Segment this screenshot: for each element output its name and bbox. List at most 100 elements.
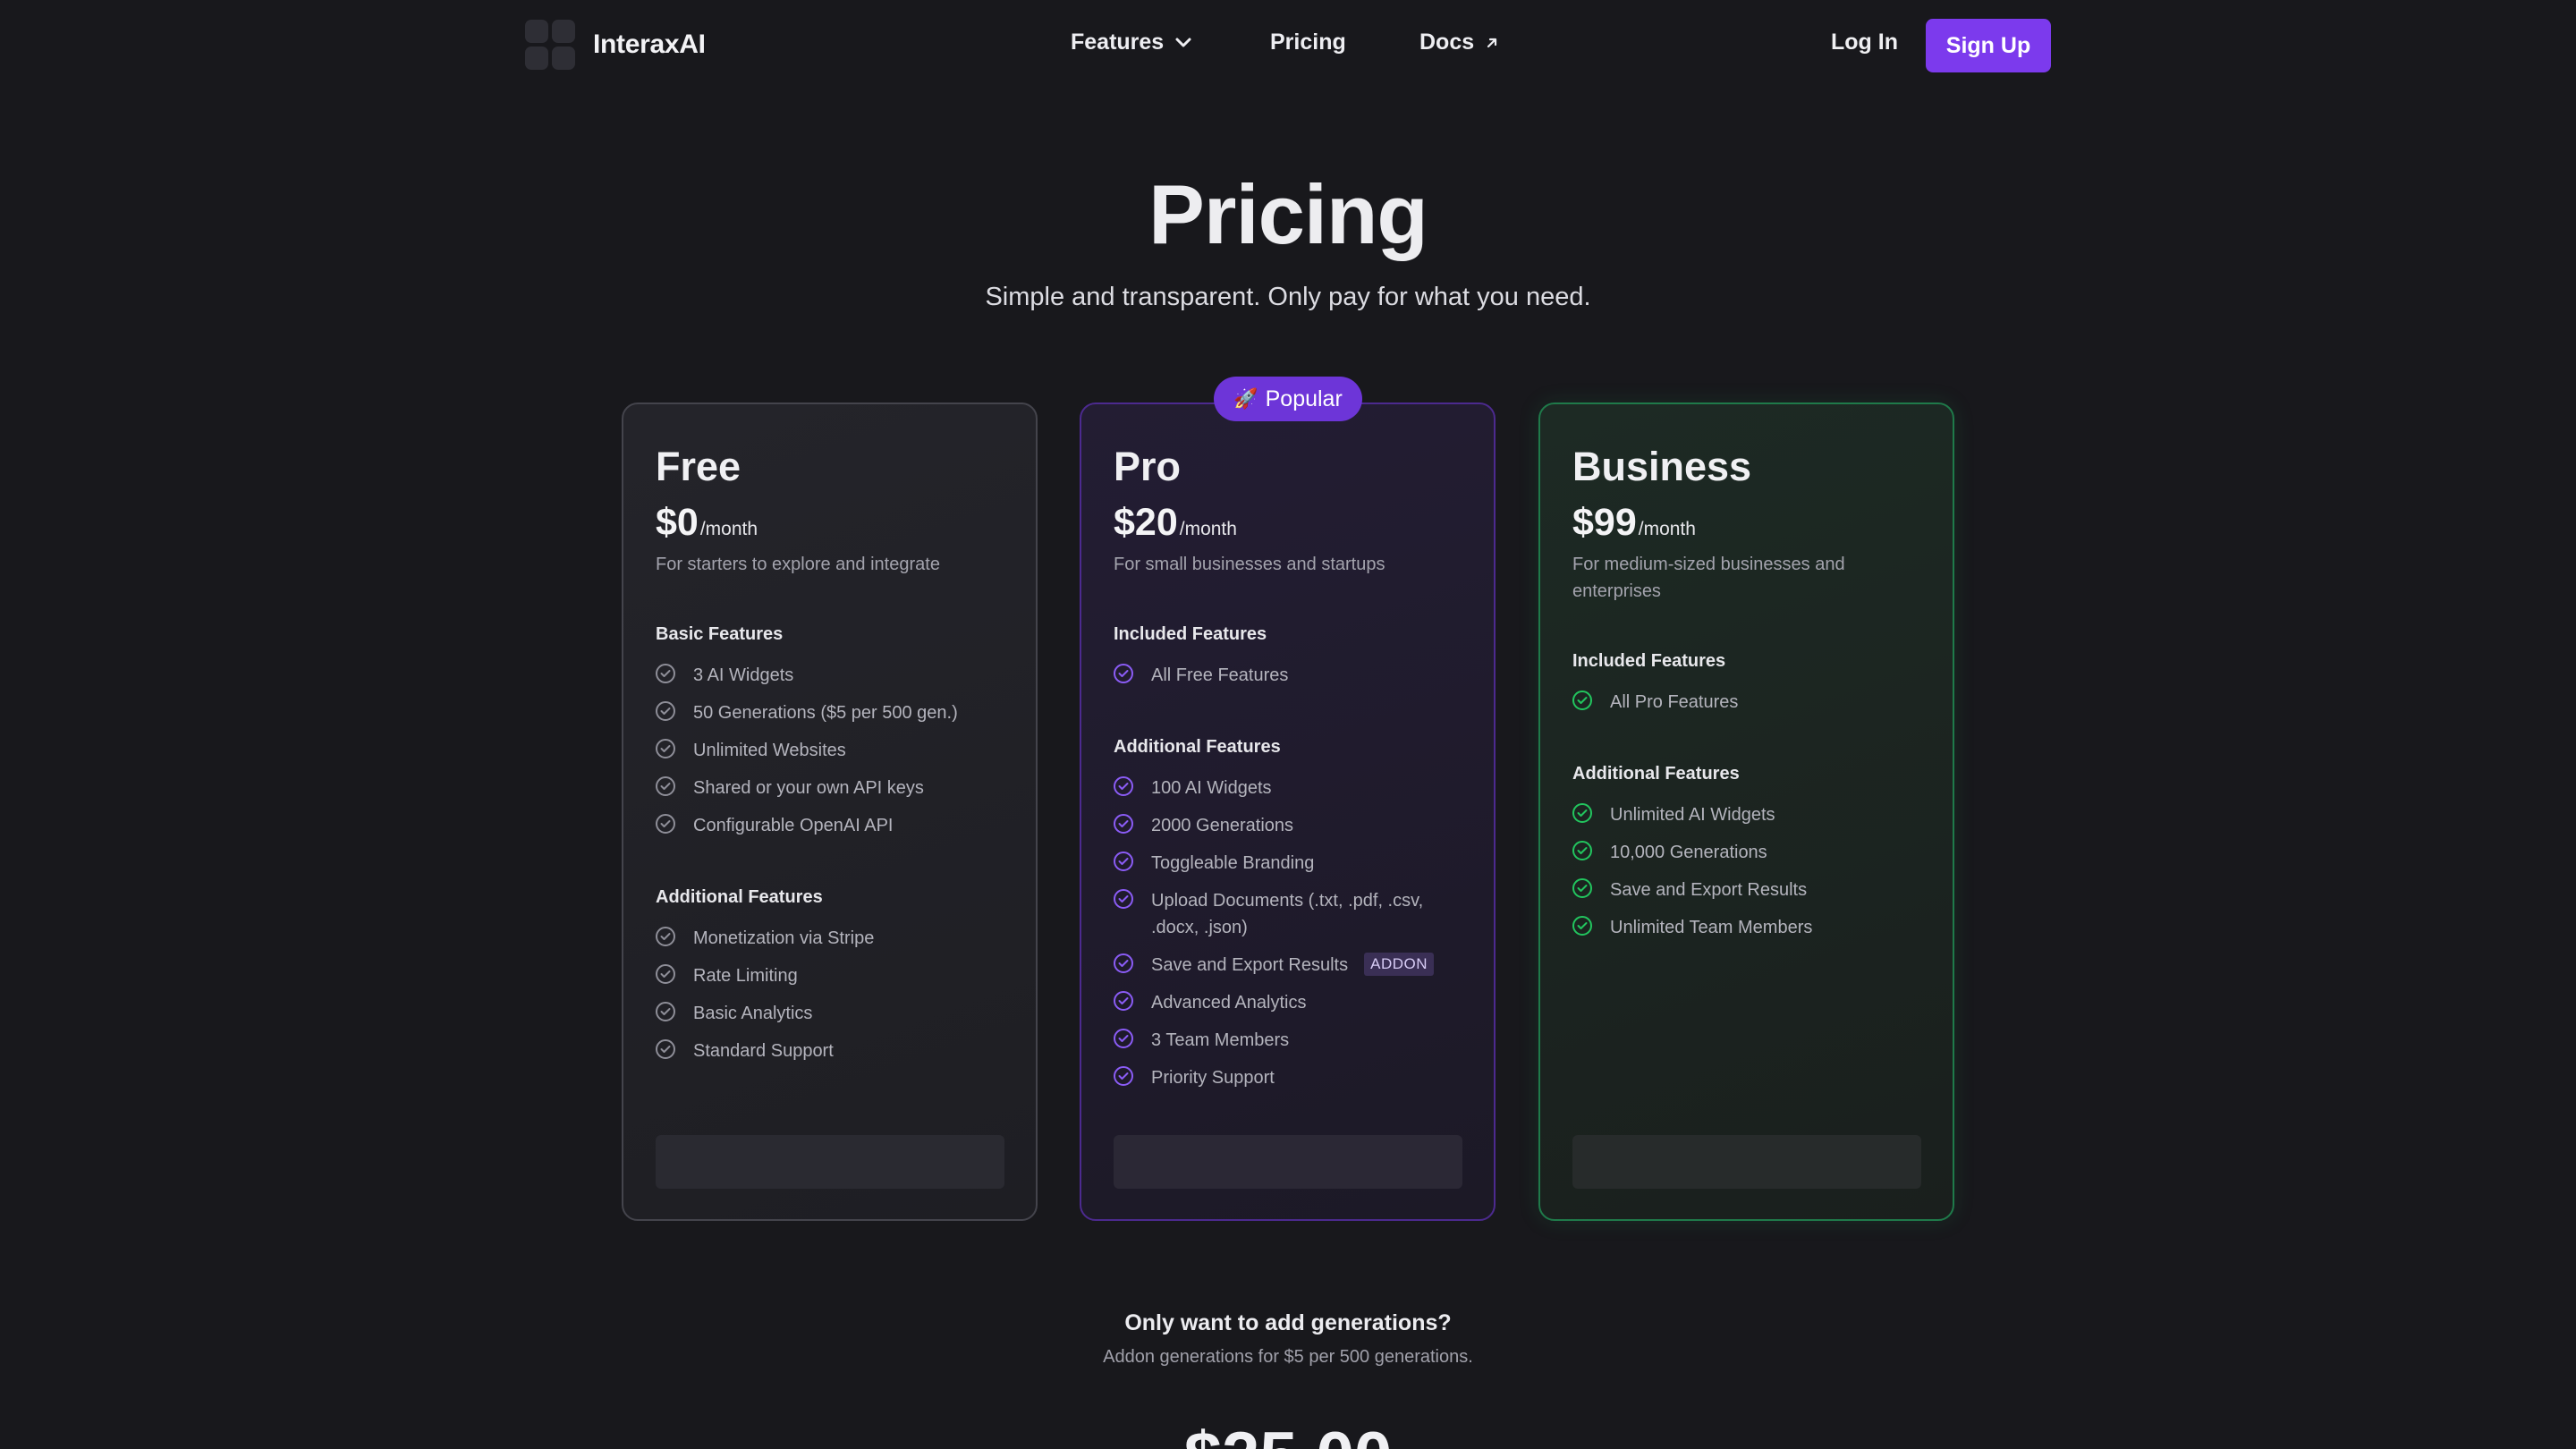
page-subtitle: Simple and transparent. Only pay for wha… xyxy=(985,283,1591,311)
section-title: Included Features xyxy=(1114,624,1267,644)
check-circle-icon xyxy=(1572,841,1592,860)
addon-subtitle: Addon generations for $5 per 500 generat… xyxy=(1103,1347,1473,1367)
section-title: Basic Features xyxy=(656,624,784,644)
feature-item: Standard Support xyxy=(656,1038,1022,1064)
feature-text: Unlimited Team Members xyxy=(1610,918,1813,937)
addon-badge: ADDON xyxy=(1364,953,1435,976)
price-period: /month xyxy=(1179,519,1237,539)
feature-text: Standard Support xyxy=(693,1041,834,1061)
plan-price: $0 /month xyxy=(656,501,758,545)
feature-text: Priority Support xyxy=(1151,1068,1275,1088)
plan-description: For starters to explore and integrate xyxy=(656,555,940,574)
check-circle-icon xyxy=(656,701,675,721)
page-title: Pricing xyxy=(1148,167,1428,261)
check-circle-icon xyxy=(1114,889,1133,909)
nav-pricing[interactable]: Pricing xyxy=(1270,30,1346,55)
feature-item: 3 Team Members xyxy=(1114,1027,1480,1054)
check-circle-icon xyxy=(1114,991,1133,1011)
popular-badge: 🚀 Popular xyxy=(1214,377,1362,421)
feature-text: Toggleable Branding xyxy=(1151,853,1315,873)
check-circle-icon xyxy=(656,739,675,758)
feature-text: Shared or your own API keys xyxy=(693,778,924,798)
feature-text: Save and Export Results ADDON xyxy=(1151,952,1435,979)
feature-text: All Pro Features xyxy=(1610,692,1739,712)
feature-text: Basic Analytics xyxy=(693,1004,813,1023)
plan-name: Business xyxy=(1572,444,1752,489)
free-plan-button[interactable] xyxy=(656,1135,1004,1189)
brand-name: InteraxAI xyxy=(593,30,706,59)
addon-heading: Only want to add generations? xyxy=(1124,1310,1452,1335)
feature-item: 100 AI Widgets xyxy=(1114,775,1480,801)
section-title: Additional Features xyxy=(1114,737,1281,757)
check-circle-icon xyxy=(1114,776,1133,796)
feature-text: Configurable OpenAI API xyxy=(693,816,894,835)
plan-card-business: Business $99 /month For medium-sized bus… xyxy=(1538,402,1954,1221)
check-circle-icon xyxy=(1572,916,1592,936)
plan-name: Pro xyxy=(1114,444,1182,489)
popular-label: Popular xyxy=(1265,386,1343,411)
feature-item: Unlimited Team Members xyxy=(1572,914,1939,941)
feature-label: Save and Export Results xyxy=(1151,955,1349,975)
price-amount: $99 xyxy=(1572,501,1637,544)
feature-item: Advanced Analytics xyxy=(1114,989,1480,1016)
feature-item: All Pro Features xyxy=(1572,689,1939,716)
nav-pricing-label: Pricing xyxy=(1270,30,1346,55)
section-title: Additional Features xyxy=(656,887,823,907)
feature-item: Basic Analytics xyxy=(656,1000,1022,1027)
feature-text: Unlimited Websites xyxy=(693,741,846,760)
feature-item: Unlimited AI Widgets xyxy=(1572,801,1939,828)
check-circle-icon xyxy=(656,776,675,796)
price-amount: $20 xyxy=(1114,501,1178,544)
feature-item: Save and Export Results ADDON xyxy=(1114,952,1480,979)
feature-item: Toggleable Branding xyxy=(1114,850,1480,877)
feature-text: Rate Limiting xyxy=(693,966,798,986)
check-circle-icon xyxy=(1572,878,1592,898)
brand-logo[interactable]: InteraxAI xyxy=(525,20,706,70)
logo-icon xyxy=(525,20,575,70)
price-period: /month xyxy=(699,519,758,539)
rocket-icon: 🚀 xyxy=(1233,387,1258,410)
feature-item: 2000 Generations xyxy=(1114,812,1480,839)
feature-text: 50 Generations ($5 per 500 gen.) xyxy=(693,703,958,723)
feature-text: Save and Export Results xyxy=(1610,880,1808,900)
feature-text: 100 AI Widgets xyxy=(1151,778,1272,798)
price-period: /month xyxy=(1638,519,1696,539)
check-circle-icon xyxy=(1114,852,1133,871)
feature-item: 3 AI Widgets xyxy=(656,662,1022,689)
feature-item: Shared or your own API keys xyxy=(656,775,1022,801)
plan-name: Free xyxy=(656,444,741,489)
feature-text: Unlimited AI Widgets xyxy=(1610,805,1775,825)
section-title: Included Features xyxy=(1572,651,1726,671)
check-circle-icon xyxy=(656,964,675,984)
pro-plan-button[interactable] xyxy=(1114,1135,1462,1189)
check-circle-icon xyxy=(1572,803,1592,823)
feature-text: Advanced Analytics xyxy=(1151,993,1307,1013)
plan-price: $99 /month xyxy=(1572,501,1696,545)
feature-text: 3 Team Members xyxy=(1151,1030,1290,1050)
feature-item: Configurable OpenAI API xyxy=(656,812,1022,839)
signup-button[interactable]: Sign Up xyxy=(1926,19,2051,72)
top-nav: InteraxAI Features Pricing Docs Log In S… xyxy=(0,0,2576,91)
feature-text: 2000 Generations xyxy=(1151,816,1294,835)
login-link[interactable]: Log In xyxy=(1831,30,1898,55)
business-plan-button[interactable] xyxy=(1572,1135,1921,1189)
feature-text: Monetization via Stripe xyxy=(693,928,875,948)
check-circle-icon xyxy=(1114,953,1133,973)
nav-features[interactable]: Features xyxy=(1071,30,1192,55)
plan-card-free: Free $0 /month For starters to explore a… xyxy=(622,402,1038,1221)
plan-description: For small businesses and startups xyxy=(1114,555,1385,574)
plan-price: $20 /month xyxy=(1114,501,1237,545)
feature-item: Rate Limiting xyxy=(656,962,1022,989)
plan-card-pro: Pro $20 /month For small businesses and … xyxy=(1080,402,1496,1221)
check-circle-icon xyxy=(1114,1029,1133,1048)
check-circle-icon xyxy=(1114,664,1133,683)
nav-docs[interactable]: Docs xyxy=(1419,30,1499,55)
feature-text: All Free Features xyxy=(1151,665,1289,685)
addon-price: $25.00 xyxy=(0,1418,2576,1449)
price-amount: $0 xyxy=(656,501,699,544)
feature-item: Upload Documents (.txt, .pdf, .csv, .doc… xyxy=(1114,887,1453,941)
feature-item: All Free Features xyxy=(1114,662,1480,689)
nav-features-label: Features xyxy=(1071,30,1165,55)
feature-item: Save and Export Results xyxy=(1572,877,1939,903)
feature-item: Unlimited Websites xyxy=(656,737,1022,764)
